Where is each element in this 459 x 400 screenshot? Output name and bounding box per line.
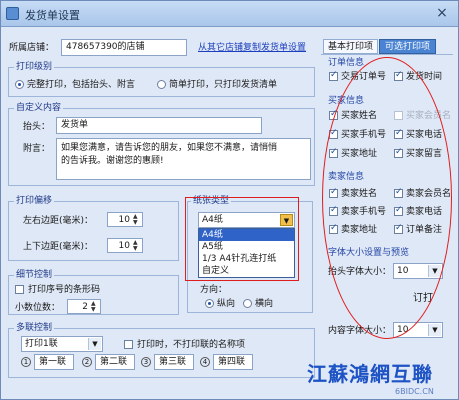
order-info-title: 订单信息 bbox=[328, 58, 365, 68]
barcode-checkbox[interactable] bbox=[15, 285, 24, 294]
skip-names-label: 打印时，不打印联的名称项 bbox=[137, 340, 246, 350]
slot-4-input[interactable]: 第四联 bbox=[213, 354, 253, 370]
slot-3-number: 3 bbox=[141, 357, 151, 367]
decimal-label: 小数位数： bbox=[15, 303, 61, 313]
slot-1-value: 第一联 bbox=[39, 357, 67, 367]
top-margin-label: 上下边距(毫米)： bbox=[23, 242, 94, 252]
top-margin-value: 10 bbox=[118, 241, 130, 251]
copy-settings-link[interactable]: 从其它店铺复制发货单设置 bbox=[198, 42, 306, 54]
tab-optional-print[interactable]: 可选打印项 bbox=[379, 39, 436, 54]
shop-input-value: 478657390的店铺 bbox=[66, 42, 145, 52]
header-label: 抬头： bbox=[23, 122, 51, 132]
note-line-1: 如果您满意，请告诉您的朋友，如果您不满意，请悄悄 bbox=[61, 143, 278, 153]
decimal-spinner[interactable]: 2 ▲ ▼ bbox=[67, 299, 101, 314]
annotation-ellipse bbox=[322, 57, 452, 339]
paper-type-highlight-box bbox=[185, 197, 299, 281]
shop-input[interactable]: 478657390的店铺 bbox=[61, 39, 187, 56]
watermark-text: 江蘇鴻網互聯 bbox=[307, 362, 433, 386]
tab-divider bbox=[321, 54, 453, 55]
left-margin-spinner[interactable]: 10 ▲ ▼ bbox=[107, 212, 143, 227]
portrait-label: 纵向 bbox=[217, 299, 236, 309]
top-margin-stepper-icon[interactable]: ▲ ▼ bbox=[133, 240, 141, 252]
close-icon[interactable]: × bbox=[436, 5, 448, 21]
print-offset-title: 打印偏移 bbox=[14, 195, 55, 207]
direction-label: 方向： bbox=[200, 285, 228, 295]
header-input-value: 发货单 bbox=[61, 120, 89, 130]
barcode-label: 打印序号的条形码 bbox=[28, 285, 101, 295]
slot-2-input[interactable]: 第二联 bbox=[95, 354, 135, 370]
header-input[interactable]: 发货单 bbox=[56, 117, 262, 134]
left-margin-value: 10 bbox=[118, 215, 130, 225]
content-font-chevron-down-icon[interactable]: ▼ bbox=[428, 324, 441, 336]
decimal-value: 2 bbox=[82, 302, 88, 312]
settings-window: 发货单设置 × 所属店铺： 478657390的店铺 从其它店铺复制发货单设置 … bbox=[0, 0, 459, 400]
note-label: 附言： bbox=[23, 144, 51, 154]
custom-content-title: 自定义内容 bbox=[14, 102, 64, 114]
slot-2-number: 2 bbox=[82, 357, 92, 367]
watermark-sub: 6BIDC.CN bbox=[395, 387, 434, 396]
print-level-simple-label: 简单打印，只打印发货清单 bbox=[169, 80, 278, 90]
skip-names-checkbox[interactable] bbox=[124, 340, 133, 349]
landscape-radio[interactable] bbox=[243, 299, 252, 308]
detail-control-title: 细节控制 bbox=[14, 269, 55, 281]
multi-copy-title: 多联控制 bbox=[14, 322, 55, 334]
window-title: 发货单设置 bbox=[25, 9, 80, 22]
left-margin-stepper-icon[interactable]: ▲ ▼ bbox=[133, 214, 141, 226]
slot-1-number: 1 bbox=[21, 357, 31, 367]
print-level-simple-radio[interactable] bbox=[157, 80, 166, 89]
slot-2-value: 第二联 bbox=[100, 357, 128, 367]
note-textarea[interactable]: 如果您满意，请告诉您的朋友，如果您不满意，请悄悄 的告诉我。谢谢您的惠顾! bbox=[56, 138, 311, 180]
print-level-full-radio[interactable] bbox=[15, 80, 24, 89]
copies-selected: 打印1联 bbox=[25, 339, 58, 349]
note-line-2: 的告诉我。谢谢您的惠顾! bbox=[61, 156, 164, 166]
print-level-full-label: 完整打印，包括抬头、附言 bbox=[27, 80, 136, 90]
top-margin-spinner[interactable]: 10 ▲ ▼ bbox=[107, 238, 143, 253]
slot-3-input[interactable]: 第三联 bbox=[154, 354, 194, 370]
app-icon bbox=[6, 7, 19, 20]
left-margin-label: 左右边距(毫米)： bbox=[23, 216, 94, 226]
decimal-stepper-icon[interactable]: ▲ ▼ bbox=[91, 301, 99, 313]
slot-3-value: 第三联 bbox=[159, 357, 187, 367]
copies-chevron-down-icon[interactable]: ▼ bbox=[88, 338, 101, 350]
slot-1-input[interactable]: 第一联 bbox=[34, 354, 74, 370]
shop-label: 所属店铺： bbox=[9, 43, 55, 53]
slot-4-value: 第四联 bbox=[218, 357, 246, 367]
landscape-label: 横向 bbox=[255, 299, 274, 309]
title-bar: 发货单设置 × bbox=[1, 1, 458, 27]
slot-4-number: 4 bbox=[200, 357, 210, 367]
close-button[interactable]: × bbox=[433, 5, 451, 21]
print-level-title: 打印级别 bbox=[14, 61, 55, 73]
tab-basic-print[interactable]: 基本打印项 bbox=[323, 39, 378, 54]
portrait-radio[interactable] bbox=[205, 299, 214, 308]
order-item-0-checkbox[interactable] bbox=[329, 70, 338, 81]
copies-select[interactable]: 打印1联 ▼ bbox=[21, 336, 103, 352]
